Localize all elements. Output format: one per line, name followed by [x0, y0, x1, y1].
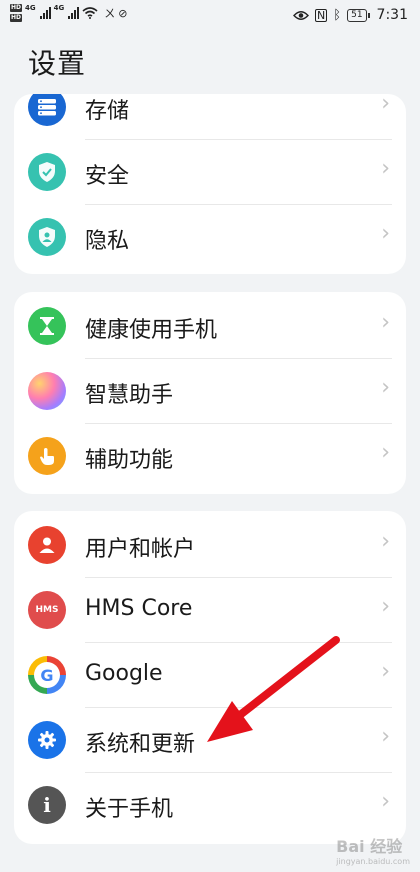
google-icon: G [28, 656, 66, 694]
settings-item-label: 关于手机 [85, 797, 174, 822]
settings-item-storage[interactable]: 存储 › [14, 94, 406, 140]
chevron-right-icon: › [381, 594, 390, 619]
eye-icon [293, 10, 310, 20]
settings-item-security[interactable]: 安全 › [14, 140, 406, 205]
battery-icon: 51 [347, 8, 371, 22]
settings-item-google[interactable]: G Google › [14, 643, 406, 708]
gear-icon [28, 721, 66, 759]
watermark-sub: jingyan.baidu.com [336, 857, 410, 866]
settings-item-label: 系统和更新 [85, 732, 196, 757]
settings-item-label: 存储 [85, 99, 130, 124]
settings-item-about-phone[interactable]: i 关于手机 › [14, 773, 406, 838]
chevron-right-icon: › [381, 659, 390, 684]
status-bar: HD HD 4G 4G ㄨ ⊘ N ᛒ 51 7:31 [0, 0, 420, 32]
network-type-1: 4G [25, 4, 36, 12]
page-title: 设置 [28, 47, 87, 80]
settings-item-label: Google [85, 661, 163, 686]
hd-badge-1: HD [10, 4, 23, 12]
settings-group-1: 存储 › 安全 › 隐私 › [14, 94, 406, 274]
hd-badges: HD HD [10, 4, 23, 22]
chevron-right-icon: › [381, 310, 390, 335]
hourglass-icon [28, 307, 66, 345]
nfc-icon: N [315, 8, 328, 22]
settings-item-hms-core[interactable]: HMS HMS Core › [14, 578, 406, 643]
signal-icon-2 [68, 7, 80, 19]
settings-item-users-accounts[interactable]: 用户和帐户 › [14, 513, 406, 578]
settings-item-digital-balance[interactable]: 健康使用手机 › [14, 294, 406, 359]
security-shield-icon [28, 153, 66, 191]
settings-item-label: 安全 [85, 164, 130, 189]
signal-icon [39, 7, 51, 19]
chevron-right-icon: › [381, 529, 390, 554]
settings-item-assistant[interactable]: 智慧助手 › [14, 359, 406, 424]
settings-item-label: HMS Core [85, 596, 193, 621]
watermark: Bai 经验 jingyan.baidu.com [336, 833, 410, 866]
bluetooth-icon: ᛒ [333, 7, 342, 23]
settings-item-label: 用户和帐户 [85, 537, 196, 562]
settings-item-label: 健康使用手机 [85, 318, 218, 343]
settings-item-label: 智慧助手 [85, 383, 174, 408]
privacy-shield-icon [28, 218, 66, 256]
chevron-right-icon: › [381, 156, 390, 181]
chevron-right-icon: › [381, 94, 390, 116]
hand-tap-icon [28, 437, 66, 475]
network-type-2: 4G [53, 4, 65, 12]
settings-item-label: 隐私 [85, 229, 130, 254]
chevron-right-icon: › [381, 221, 390, 246]
wifi-icon [82, 7, 98, 19]
settings-item-accessibility[interactable]: 辅助功能 › [14, 424, 406, 489]
settings-group-3: 用户和帐户 › HMS HMS Core › G Google › 系统和更新 … [14, 511, 406, 844]
hms-icon: HMS [28, 591, 66, 629]
sync-icon: ⊘ [118, 6, 128, 20]
settings-item-system-updates[interactable]: 系统和更新 › [14, 708, 406, 773]
hd-badge-2: HD [10, 14, 23, 22]
info-icon: i [28, 786, 66, 824]
chevron-right-icon: › [381, 375, 390, 400]
chevron-right-icon: › [381, 789, 390, 814]
user-icon [28, 526, 66, 564]
chevron-right-icon: › [381, 724, 390, 749]
storage-icon [28, 94, 66, 126]
settings-item-privacy[interactable]: 隐私 › [14, 205, 406, 270]
clock: 7:31 [376, 7, 408, 23]
settings-item-label: 辅助功能 [85, 448, 174, 473]
watermark-main: Bai 经验 [336, 837, 403, 856]
app-notification-icon: ㄨ [104, 7, 116, 20]
chevron-right-icon: › [381, 440, 390, 465]
assistant-orb-icon [28, 372, 66, 410]
settings-group-2: 健康使用手机 › 智慧助手 › 辅助功能 › [14, 292, 406, 494]
